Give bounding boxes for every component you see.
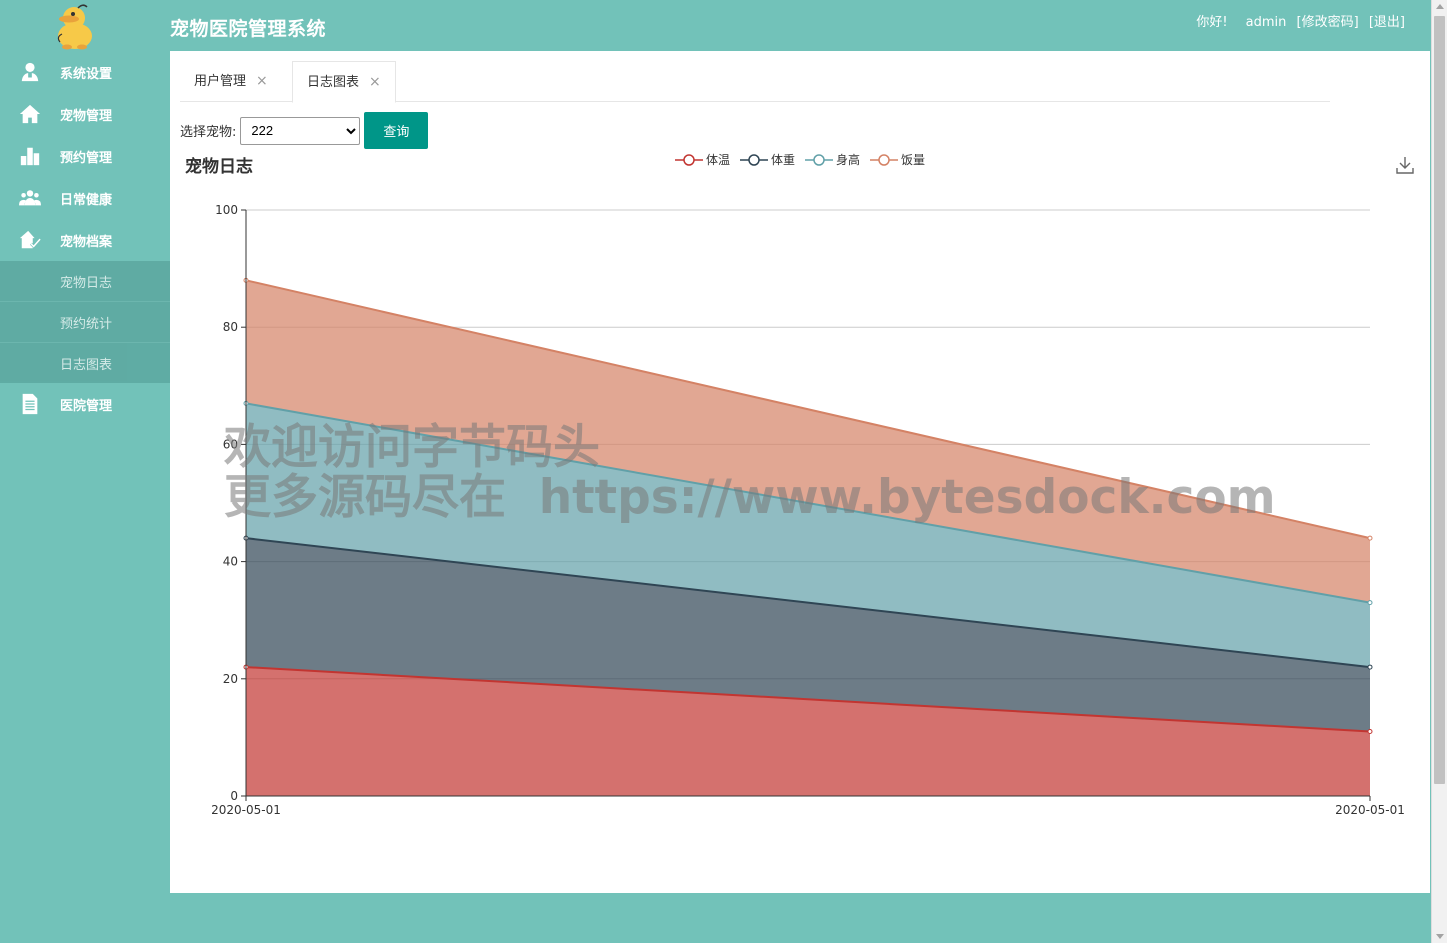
sidebar-item-pet-management[interactable]: 宠物管理 bbox=[0, 93, 170, 135]
document-icon bbox=[0, 393, 60, 415]
sidebar-item-label: 宠物档案 bbox=[60, 234, 113, 250]
y-tick-label: 100 bbox=[215, 203, 238, 217]
username-text: admin bbox=[1245, 15, 1287, 30]
app-title: 宠物医院管理系统 bbox=[170, 18, 327, 40]
sidebar-item-label: 日常健康 bbox=[60, 192, 113, 208]
sidebar-item-system-settings[interactable]: 系统设置 bbox=[0, 51, 170, 93]
data-point-体重 bbox=[1367, 664, 1373, 670]
home-icon bbox=[0, 103, 60, 125]
change-password-link[interactable]: [修改密码] bbox=[1297, 15, 1359, 30]
x-tick-label: 2020-05-01 bbox=[211, 803, 281, 817]
sidebar-item-label: 宠物管理 bbox=[60, 108, 113, 124]
data-point-体温 bbox=[1367, 729, 1373, 735]
y-tick-label: 60 bbox=[223, 437, 238, 451]
sidebar-item-appointments[interactable]: 预约管理 bbox=[0, 135, 170, 177]
main-panel: 用户管理 × 日志图表 × 选择宠物: 222 查询 宠物日志 体温 体重 身高 饭量 0… bbox=[170, 51, 1430, 893]
logout-link[interactable]: [退出] bbox=[1369, 15, 1405, 30]
sidebar-subitem-log-chart[interactable]: 日志图表 bbox=[0, 343, 170, 383]
y-tick-label: 80 bbox=[223, 320, 238, 334]
sidebar-subitem-pet-log[interactable]: 宠物日志 bbox=[0, 261, 170, 302]
sidebar-item-label: 预约管理 bbox=[60, 150, 113, 166]
sidebar-item-hospital-management[interactable]: 医院管理 bbox=[0, 383, 170, 425]
scroll-down-icon[interactable] bbox=[1436, 934, 1444, 939]
pet-log-chart: 0 20 40 60 80 100 2020-05-01 2020-05-01 bbox=[211, 203, 1405, 817]
user-icon bbox=[0, 61, 60, 83]
duck-logo-icon bbox=[57, 4, 92, 50]
sidebar: 系统设置 宠物管理 预约管理 日常健康 宠物档案 宠物日志 预约统计 日志图表 … bbox=[0, 51, 170, 943]
scroll-thumb[interactable] bbox=[1434, 16, 1445, 784]
sidebar-item-label: 医院管理 bbox=[60, 398, 113, 414]
sidebar-item-label: 系统设置 bbox=[60, 66, 113, 82]
sidebar-submenu: 宠物日志 预约统计 日志图表 bbox=[0, 261, 170, 383]
top-header: 宠物医院管理系统 你好! admin [修改密码] [退出] bbox=[0, 0, 1431, 51]
house-check-icon bbox=[0, 229, 60, 251]
y-tick-label: 40 bbox=[223, 555, 238, 569]
sidebar-item-pet-records[interactable]: 宠物档案 bbox=[0, 219, 170, 261]
sidebar-subitem-appointment-stats[interactable]: 预约统计 bbox=[0, 302, 170, 343]
data-point-身高 bbox=[1367, 600, 1373, 606]
data-point-饭量 bbox=[1367, 535, 1373, 541]
sidebar-item-daily-health[interactable]: 日常健康 bbox=[0, 177, 170, 219]
y-tick-label: 20 bbox=[223, 672, 238, 686]
group-icon bbox=[0, 187, 60, 209]
user-bar: 你好! admin [修改密码] [退出] bbox=[1182, 11, 1405, 30]
x-tick-label: 2020-05-01 bbox=[1335, 803, 1405, 817]
scroll-up-icon[interactable] bbox=[1436, 4, 1444, 9]
vertical-scrollbar[interactable] bbox=[1431, 0, 1447, 943]
y-tick-label: 0 bbox=[230, 789, 238, 803]
bar-chart-icon bbox=[0, 145, 60, 167]
greeting-text: 你好! bbox=[1196, 15, 1228, 30]
